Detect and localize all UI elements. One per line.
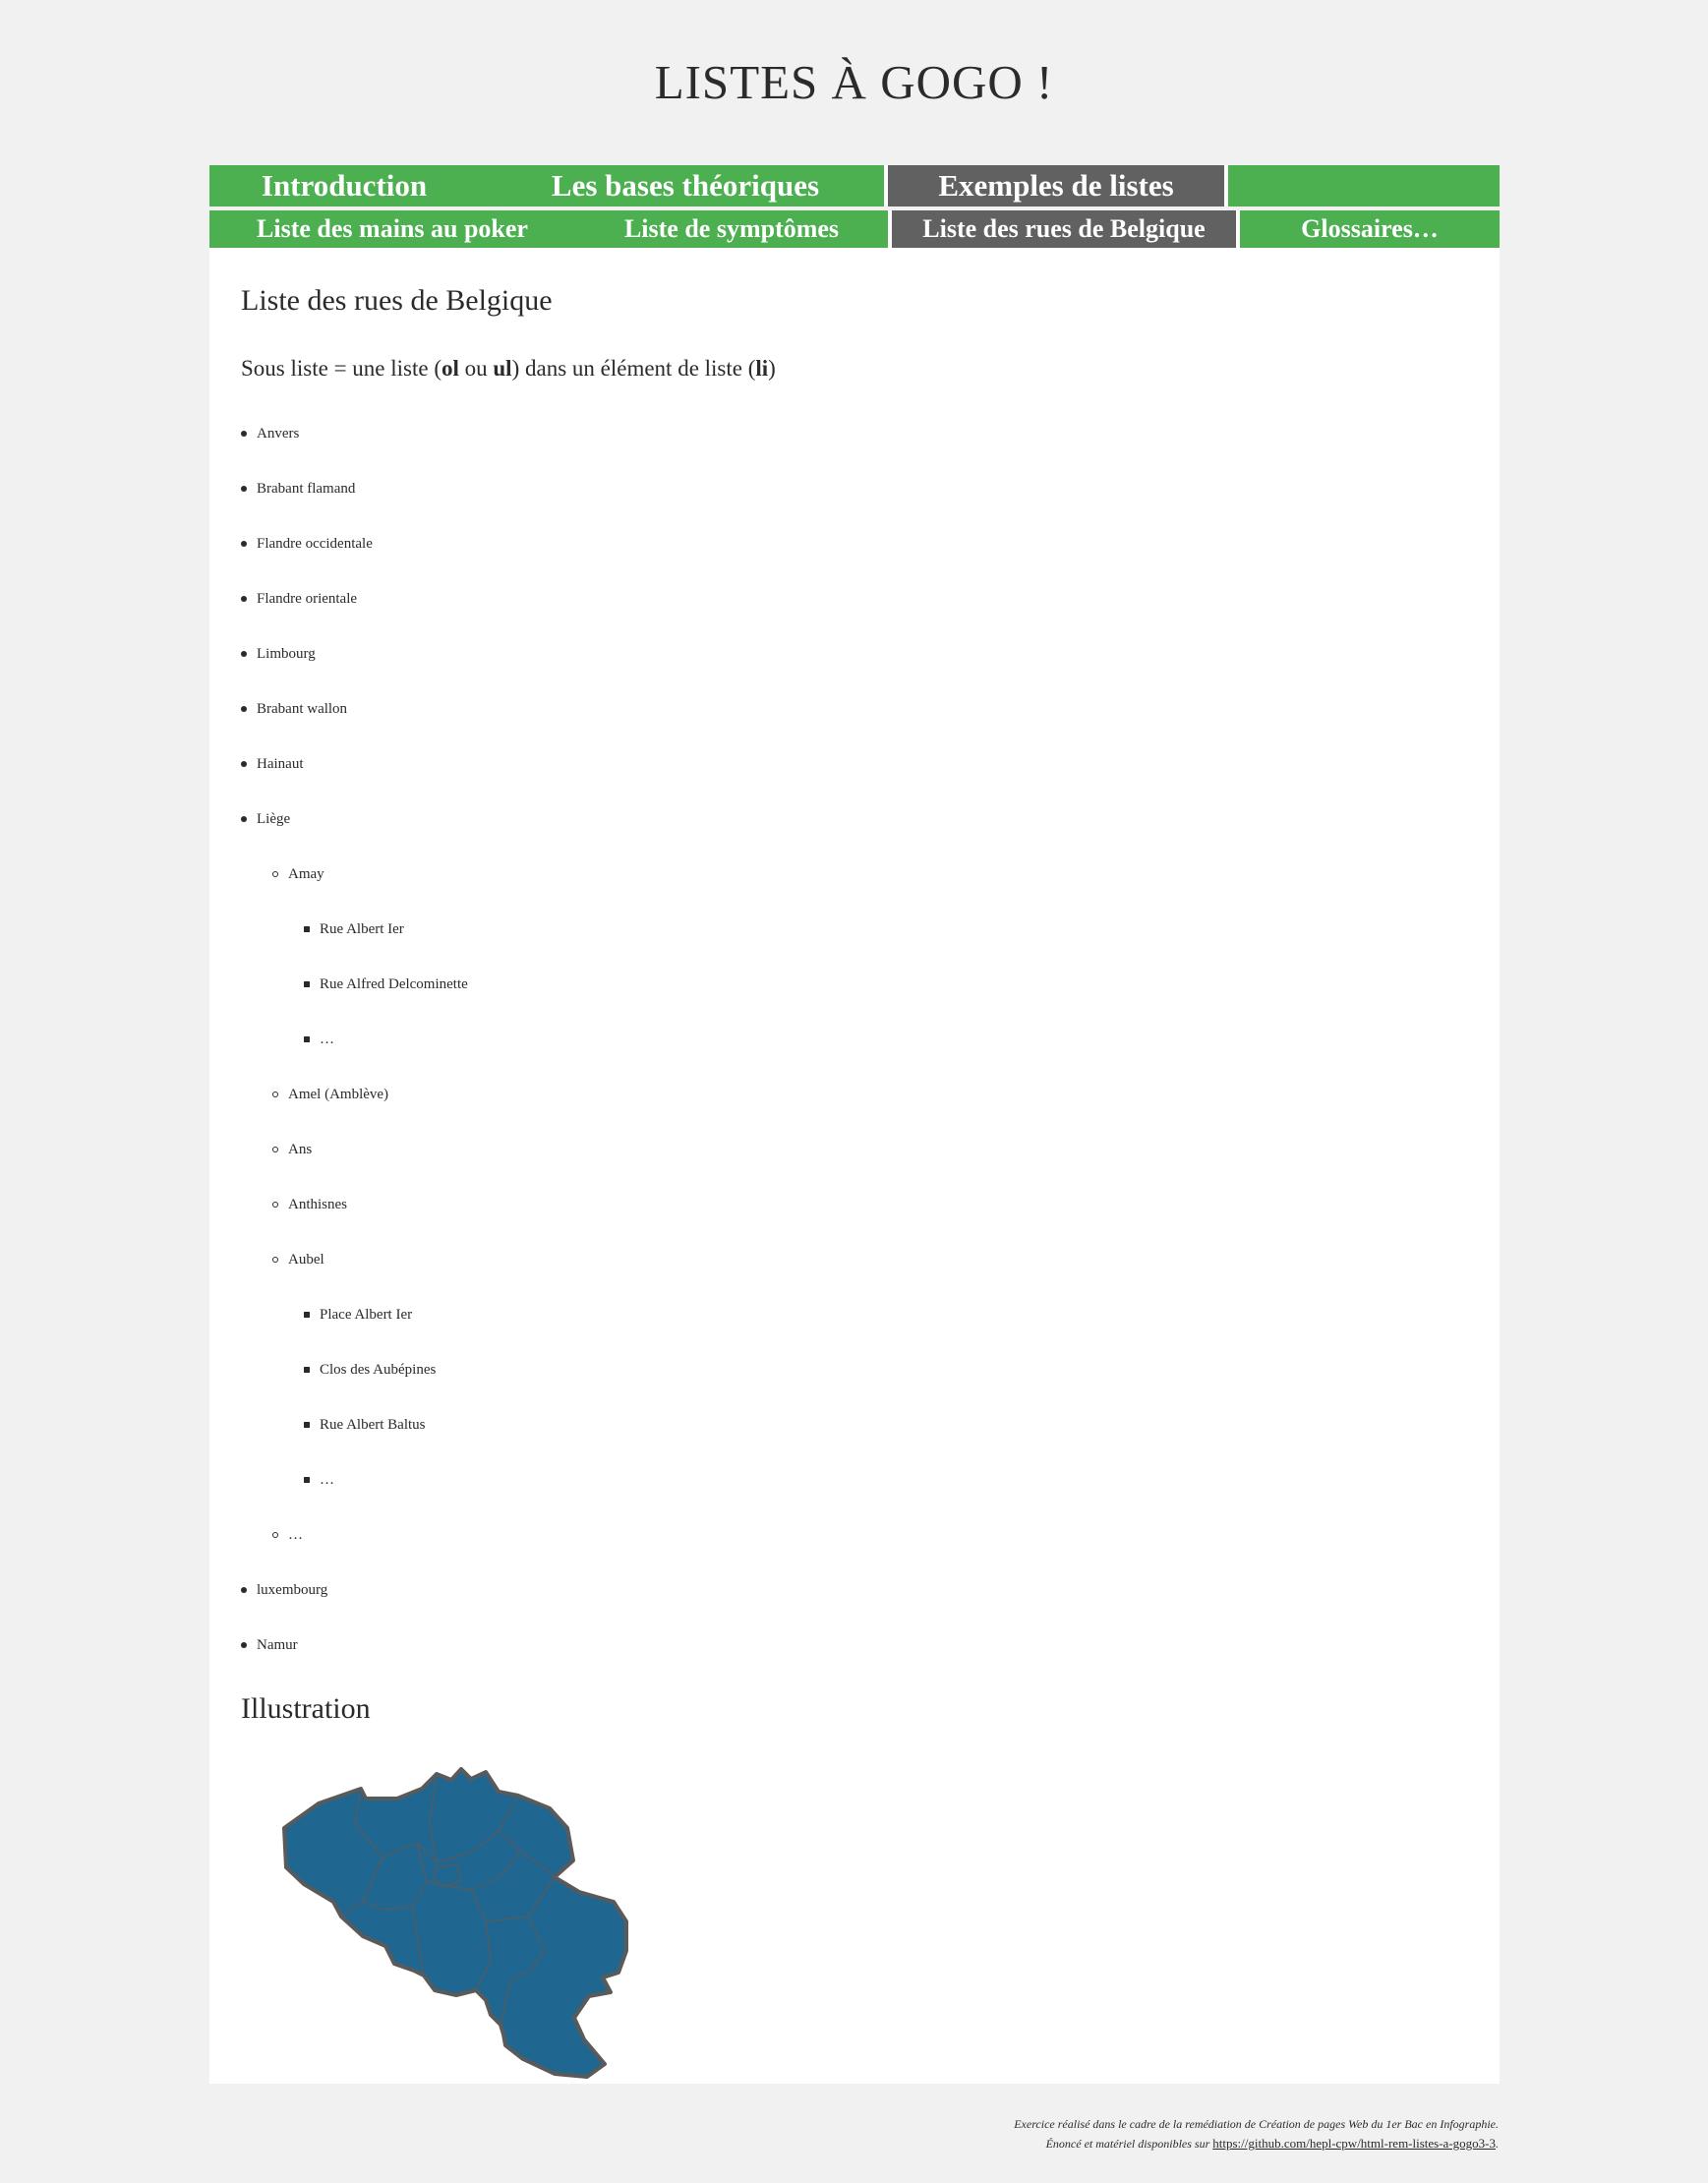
intro-code-ol: ol <box>442 356 459 381</box>
main-navigation: Introduction Les bases théoriques Exempl… <box>209 165 1500 206</box>
disc-bullet-icon <box>241 706 247 712</box>
intro-code-li: li <box>755 356 769 381</box>
nav-item-bases-theoriques[interactable]: Les bases théoriques <box>479 165 892 206</box>
circle-bullet-icon <box>272 1532 278 1538</box>
circle-bullet-icon <box>272 1257 278 1263</box>
province-label: Liège <box>257 811 291 827</box>
street-label: Rue Albert Baltus <box>320 1417 426 1433</box>
footer-source: Énoncé et matériel disponibles sur https… <box>1014 2134 1499 2154</box>
disc-bullet-icon <box>241 431 247 437</box>
square-bullet-icon <box>304 981 310 987</box>
square-bullet-icon <box>304 1367 310 1373</box>
disc-bullet-icon <box>241 761 247 767</box>
footer-source-prefix: Énoncé et matériel disponibles sur <box>1045 2137 1213 2151</box>
square-bullet-icon <box>304 1422 310 1428</box>
disc-bullet-icon <box>241 1587 247 1593</box>
circle-bullet-icon <box>272 871 278 877</box>
province-label: Namur <box>257 1637 298 1653</box>
nav-separator <box>1224 165 1228 206</box>
province-label: Anvers <box>257 426 300 442</box>
intro-text: ) <box>768 356 776 381</box>
commune-label: … <box>288 1527 303 1543</box>
province-label: Limbourg <box>257 646 316 662</box>
map-outline <box>282 1767 628 2079</box>
subnav-item-symptomes[interactable]: Liste de symptômes <box>575 210 888 248</box>
subnav-item-glossaires[interactable]: Glossaires… <box>1240 210 1500 248</box>
disc-bullet-icon <box>241 816 247 822</box>
footer: Exercice réalisé dans le cadre de la rem… <box>1014 2114 1499 2154</box>
site-title: LISTES À GOGO ! <box>654 55 1054 109</box>
subnav-item-mains-poker[interactable]: Liste des mains au poker <box>209 210 575 248</box>
nav-item-introduction[interactable]: Introduction <box>209 165 479 206</box>
disc-bullet-icon <box>241 1642 247 1648</box>
disc-bullet-icon <box>241 651 247 657</box>
belgium-map <box>282 1767 628 2079</box>
street-label: … <box>320 1032 334 1047</box>
province-label: Brabant wallon <box>257 701 348 717</box>
footer-source-suffix: . <box>1496 2137 1499 2151</box>
commune-label: Aubel <box>288 1252 324 1268</box>
province-label: Brabant flamand <box>257 481 356 497</box>
street-label: Rue Albert Ier <box>320 921 404 937</box>
square-bullet-icon <box>304 926 310 932</box>
nav-item-exemples-de-listes[interactable]: Exemples de listes <box>888 165 1224 206</box>
page-heading: Liste des rues de Belgique <box>241 284 553 317</box>
circle-bullet-icon <box>272 1147 278 1152</box>
disc-bullet-icon <box>241 596 247 602</box>
square-bullet-icon <box>304 1312 310 1318</box>
province-label: luxembourg <box>257 1582 328 1598</box>
circle-bullet-icon <box>272 1202 278 1208</box>
commune-label: Anthisnes <box>288 1197 347 1212</box>
circle-bullet-icon <box>272 1092 278 1097</box>
disc-bullet-icon <box>241 541 247 547</box>
subnav-item-rues-belgique[interactable]: Liste des rues de Belgique <box>892 210 1236 248</box>
intro-text: Sous liste = une liste ( <box>241 356 442 381</box>
intro-code-ul: ul <box>493 356 512 381</box>
street-label: Clos des Aubépines <box>320 1362 437 1378</box>
province-label: Hainaut <box>257 756 304 772</box>
commune-label: Amay <box>288 866 324 882</box>
sub-navigation: Liste des mains au poker Liste de symptô… <box>209 210 1500 248</box>
illustration-heading: Illustration <box>241 1692 371 1725</box>
province-label: Flandre occidentale <box>257 536 373 552</box>
street-label: Rue Alfred Delcominette <box>320 976 468 992</box>
commune-label: Ans <box>288 1142 313 1157</box>
intro-paragraph: Sous liste = une liste (ol ou ul) dans u… <box>241 354 776 384</box>
footer-credit: Exercice réalisé dans le cadre de la rem… <box>1014 2117 1499 2131</box>
province-label: Flandre orientale <box>257 591 358 607</box>
street-label: … <box>320 1472 334 1488</box>
intro-text: ou <box>458 356 494 381</box>
street-label: Place Albert Ier <box>320 1307 413 1323</box>
square-bullet-icon <box>304 1036 310 1042</box>
main-content: Liste des rues de Belgique Sous liste = … <box>209 248 1500 2084</box>
intro-text: ) dans un élément de liste ( <box>511 356 756 381</box>
commune-label: Amel (Amblève) <box>288 1087 389 1102</box>
github-link[interactable]: https://github.com/hepl-cpw/html-rem-lis… <box>1212 2136 1496 2151</box>
disc-bullet-icon <box>241 486 247 492</box>
square-bullet-icon <box>304 1477 310 1483</box>
